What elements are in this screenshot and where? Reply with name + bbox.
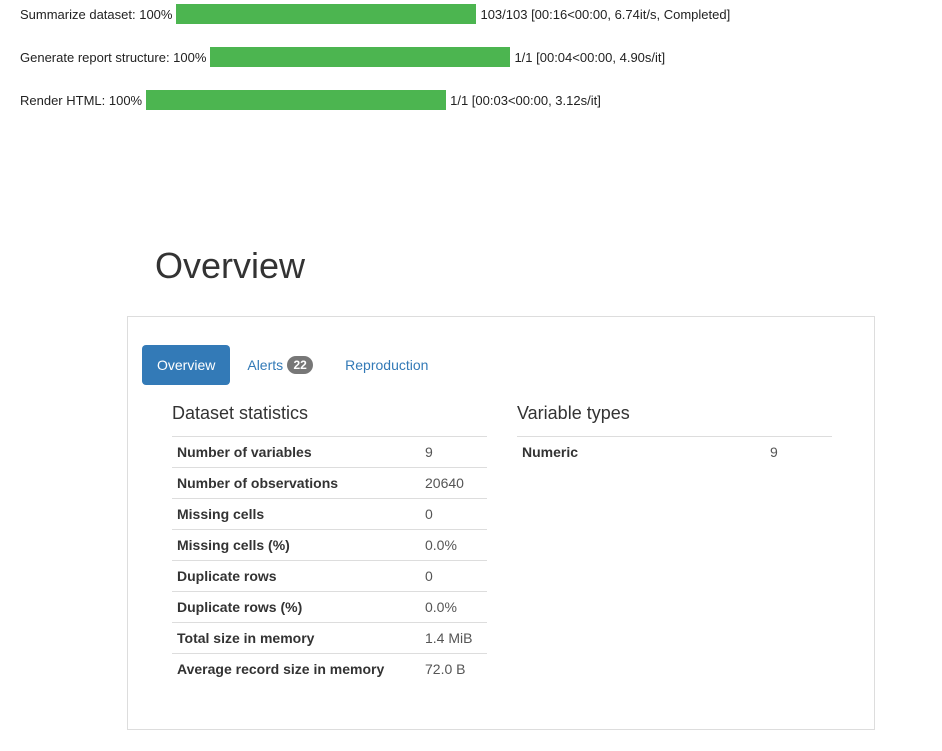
table-row: Duplicate rows (%) 0.0% (172, 591, 487, 623)
stat-key: Total size in memory (172, 622, 420, 654)
progress-label: Summarize dataset: 100% (20, 6, 173, 22)
stat-value: 0 (420, 498, 487, 530)
stat-key: Missing cells (172, 498, 420, 530)
dataset-statistics: Dataset statistics Number of variables 9 … (172, 401, 487, 684)
progress-bar (176, 4, 477, 24)
section-heading: Variable types (517, 403, 630, 423)
tab-label: Alerts (247, 357, 284, 373)
stat-value: 0 (420, 560, 487, 592)
stat-value: 1.4 MiB (420, 622, 487, 654)
table-row: Missing cells 0 (172, 498, 487, 530)
progress-fill (210, 47, 511, 67)
stat-value: 0.0% (420, 591, 487, 623)
tab-overview[interactable]: Overview (142, 345, 231, 385)
table-row: Number of observations 20640 (172, 467, 487, 499)
progress-fill (146, 90, 447, 110)
tab-label: Overview (157, 357, 216, 373)
stat-value: 0.0% (420, 529, 487, 561)
stat-value: 20640 (420, 467, 487, 499)
table-row: Average record size in memory 72.0 B (172, 653, 487, 684)
progress-status: 1/1 [00:04<00:00, 4.90s/it] (514, 49, 666, 65)
type-key: Numeric (517, 436, 765, 467)
progress-summarize: Summarize dataset: 100% 103/103 [00:16<0… (20, 4, 730, 24)
progress-status: 103/103 [00:16<00:00, 6.74it/s, Complete… (480, 6, 731, 22)
stat-key: Duplicate rows (%) (172, 591, 420, 623)
table-row: Numeric 9 (517, 436, 832, 467)
stat-key: Missing cells (%) (172, 529, 420, 561)
progress-status: 1/1 [00:03<00:00, 3.12s/it] (450, 92, 601, 108)
tab-bar: Overview Alerts 22 Reproduction (142, 345, 445, 385)
section-heading: Dataset statistics (172, 403, 309, 423)
progress-fill (176, 4, 477, 24)
table-row: Duplicate rows 0 (172, 560, 487, 592)
stat-key: Number of observations (172, 467, 420, 499)
progress-label: Render HTML: 100% (20, 92, 143, 108)
variable-types: Variable types Numeric 9 (517, 401, 832, 467)
table-row: Total size in memory 1.4 MiB (172, 622, 487, 654)
alerts-count-badge: 22 (287, 356, 314, 375)
page-title: Overview (155, 245, 306, 286)
overview-panel: Overview Alerts 22 Reproduction Dataset s… (127, 316, 875, 730)
report-page: Summarize dataset: 100% 103/103 [00:16<0… (0, 0, 942, 751)
tab-label: Reproduction (345, 357, 429, 373)
variable-types-table: Numeric 9 (517, 436, 832, 467)
progress-label: Generate report structure: 100% (20, 49, 207, 65)
stat-value: 72.0 B (420, 653, 487, 684)
table-row: Missing cells (%) 0.0% (172, 529, 487, 561)
stat-key: Average record size in memory (172, 653, 420, 684)
stat-key: Duplicate rows (172, 560, 420, 592)
tab-alerts[interactable]: Alerts 22 (232, 345, 328, 385)
table-row: Number of variables 9 (172, 436, 487, 468)
tab-reproduction[interactable]: Reproduction (330, 345, 443, 385)
progress-bar (146, 90, 447, 110)
statistics-table: Number of variables 9 Number of observati… (172, 436, 487, 684)
progress-bar (210, 47, 511, 67)
progress-generate: Generate report structure: 100% 1/1 [00:… (20, 47, 665, 67)
progress-render: Render HTML: 100% 1/1 [00:03<00:00, 3.12… (20, 90, 601, 110)
stat-value: 9 (420, 436, 487, 468)
type-value: 9 (765, 436, 832, 467)
stat-key: Number of variables (172, 436, 420, 468)
